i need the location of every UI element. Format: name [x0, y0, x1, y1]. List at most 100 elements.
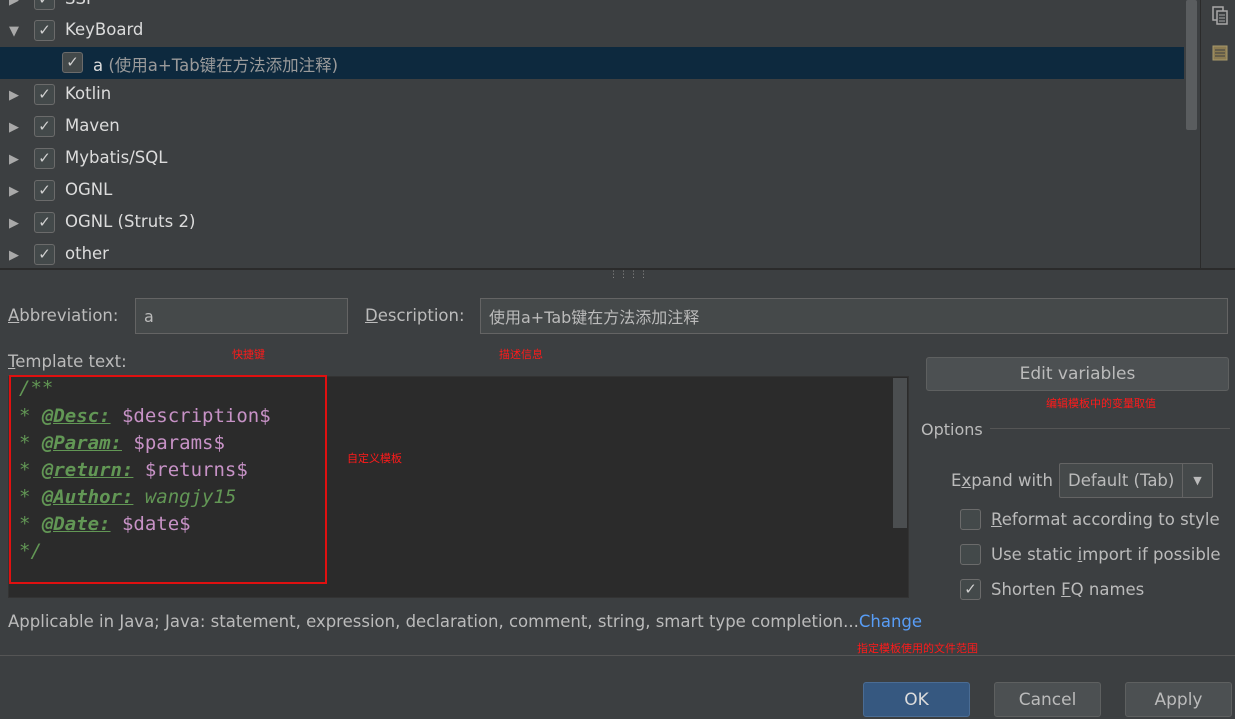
expand-arrow-icon[interactable]: ▶	[7, 152, 21, 167]
cancel-button[interactable]: Cancel	[994, 682, 1101, 717]
expand-arrow-icon[interactable]: ▶	[7, 184, 21, 199]
splitter-grip-icon[interactable]: ⋮⋮⋮⋮	[609, 270, 649, 280]
javadoc-tag: @Author:	[41, 486, 134, 508]
tree-item-mybatis[interactable]: ▶ ✓ Mybatis/SQL	[0, 143, 1198, 175]
notes-icon[interactable]	[1210, 43, 1230, 63]
expand-with-select[interactable]: Default (Tab) ▼	[1059, 463, 1213, 498]
template-variable: $params$	[121, 432, 225, 454]
editor-line: * @return: $returns$	[19, 459, 248, 481]
expand-arrow-icon[interactable]: ▶	[7, 216, 21, 231]
tree-item-keyboard[interactable]: ▼ ✓ KeyBoard	[0, 15, 1198, 47]
template-description: (使用a+Tab键在方法添加注释)	[108, 56, 339, 75]
expand-with-label-part: E	[951, 471, 962, 490]
tree-item-ssi[interactable]: ▶ ✓ SSI	[0, 0, 1198, 16]
reformat-option[interactable]: Reformat according to style	[960, 509, 1220, 530]
change-context-link[interactable]: Change	[859, 612, 922, 631]
tree-item-label: a (使用a+Tab键在方法添加注释)	[93, 52, 338, 76]
applicable-context: Applicable in Java; Java: statement, exp…	[8, 612, 922, 631]
footer-divider	[0, 655, 1235, 656]
author-value: wangjy15	[133, 486, 237, 508]
static-import-checkbox[interactable]	[960, 544, 981, 565]
expand-arrow-icon[interactable]: ▶	[7, 88, 21, 103]
live-templates-tree: ▶ ✓ SSI ▼ ✓ KeyBoard ✓ a (使用a+Tab键在方法添加注…	[0, 0, 1200, 270]
expand-arrow-icon[interactable]: ▶	[7, 120, 21, 135]
copy-icon[interactable]	[1210, 5, 1230, 25]
tree-item-label: OGNL (Struts 2)	[65, 212, 196, 231]
tree-scrollbar-thumb[interactable]	[1186, 0, 1197, 130]
static-import-label: Use static import if possible	[991, 545, 1221, 564]
tree-item-ognl-struts[interactable]: ▶ ✓ OGNL (Struts 2)	[0, 207, 1198, 239]
expand-with-label-part: pand with	[971, 471, 1053, 490]
edit-variables-button[interactable]: Edit variables	[926, 357, 1229, 391]
editor-scrollbar-thumb[interactable]	[893, 378, 907, 528]
tree-checkbox[interactable]: ✓	[62, 52, 83, 73]
javadoc-tag: @Desc:	[41, 405, 111, 427]
comment-star: *	[19, 432, 42, 454]
ok-button[interactable]: OK	[863, 682, 970, 717]
tree-item-other[interactable]: ▶ ✓ other	[0, 239, 1198, 270]
editor-line: */	[19, 540, 42, 562]
template-variable: $returns$	[133, 459, 248, 481]
expand-with-value: Default (Tab)	[1068, 471, 1175, 490]
abbreviation-mnemonic: A	[8, 306, 20, 325]
editor-line: * @Param: $params$	[19, 432, 225, 454]
tree-checkbox[interactable]: ✓	[34, 84, 55, 105]
editor-line: * @Date: $date$	[19, 513, 191, 535]
shorten-fq-checkbox[interactable]: ✓	[960, 579, 981, 600]
javadoc-tag: @Date:	[41, 513, 111, 535]
tree-checkbox[interactable]: ✓	[34, 180, 55, 201]
tree-item-kotlin[interactable]: ▶ ✓ Kotlin	[0, 79, 1198, 111]
shorten-mnemonic: F	[1061, 580, 1071, 599]
template-text-label: Template text:	[8, 352, 127, 371]
template-variable: $date$	[110, 513, 191, 535]
expand-with-label: Expand with	[951, 471, 1053, 490]
editor-line: * @Author: wangjy15	[19, 486, 236, 508]
editor-line: /**	[19, 377, 53, 399]
reformat-checkbox[interactable]	[960, 509, 981, 530]
tree-checkbox[interactable]: ✓	[34, 148, 55, 169]
side-toolbar	[1200, 0, 1235, 270]
tree-checkbox[interactable]: ✓	[34, 116, 55, 137]
tree-item-a[interactable]: ✓ a (使用a+Tab键在方法添加注释)	[0, 47, 1198, 79]
annotation-custom-template: 自定义模板	[347, 452, 402, 465]
apply-button[interactable]: Apply	[1125, 682, 1232, 717]
template-variable: $description$	[110, 405, 271, 427]
comment-open: /**	[19, 377, 54, 399]
tree-item-label: Kotlin	[65, 84, 112, 103]
tree-item-label: KeyBoard	[65, 20, 144, 39]
description-input[interactable]: 使用a+Tab键在方法添加注释	[480, 298, 1228, 334]
description-label-text: escription:	[377, 306, 465, 325]
annotation-description: 描述信息	[499, 348, 543, 361]
tree-item-label: OGNL	[65, 180, 113, 199]
shorten-label-part: Q names	[1070, 580, 1145, 599]
tree-item-maven[interactable]: ▶ ✓ Maven	[0, 111, 1198, 143]
comment-star: *	[19, 459, 42, 481]
editor-line: * @Desc: $description$	[19, 405, 271, 427]
tree-item-ognl[interactable]: ▶ ✓ OGNL	[0, 175, 1198, 207]
abbreviation-input[interactable]: a	[135, 298, 348, 334]
shorten-fq-option[interactable]: ✓ Shorten FQ names	[960, 579, 1144, 600]
reformat-mnemonic: R	[991, 510, 1002, 529]
template-editor[interactable]: /** * @Desc: $description$ * @Param: $pa…	[8, 376, 909, 598]
description-mnemonic: D	[365, 306, 378, 325]
tree-checkbox[interactable]: ✓	[34, 20, 55, 41]
tree-checkbox[interactable]: ✓	[34, 212, 55, 233]
reformat-label-text: eformat according to style	[1001, 510, 1220, 529]
static-import-option[interactable]: Use static import if possible	[960, 544, 1221, 565]
expand-arrow-icon[interactable]: ▶	[7, 0, 21, 8]
tree-checkbox[interactable]: ✓	[34, 0, 55, 10]
applicable-text: Applicable in Java; Java: statement, exp…	[8, 612, 859, 631]
shorten-fq-label: Shorten FQ names	[991, 580, 1144, 599]
tree-item-label: Mybatis/SQL	[65, 148, 168, 167]
template-label-text: emplate text:	[15, 352, 127, 371]
collapse-arrow-icon[interactable]: ▼	[7, 24, 21, 39]
annotation-shortcut: 快捷键	[232, 348, 265, 361]
expand-arrow-icon[interactable]: ▶	[7, 248, 21, 263]
options-divider	[990, 428, 1230, 429]
abbreviation-label-text: bbreviation:	[19, 306, 119, 325]
chevron-down-icon[interactable]: ▼	[1182, 464, 1212, 497]
description-label: Description:	[365, 306, 465, 325]
tree-checkbox[interactable]: ✓	[34, 244, 55, 265]
template-abbrev: a	[93, 56, 104, 75]
tree-item-label: Maven	[65, 116, 120, 135]
